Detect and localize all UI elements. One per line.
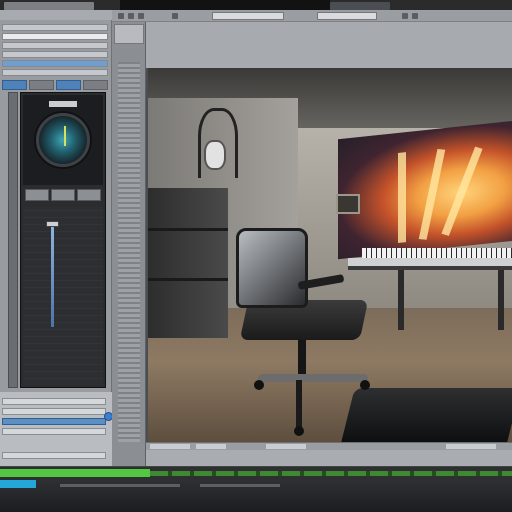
scene-bag xyxy=(341,388,512,442)
window-tab-2[interactable] xyxy=(330,2,390,10)
vertical-scrollbar[interactable] xyxy=(8,92,18,388)
scene-desk xyxy=(348,258,512,270)
viewport-toolbar xyxy=(112,10,512,22)
list-item[interactable] xyxy=(2,51,108,58)
scene-picture-frame xyxy=(336,194,360,214)
meter-button[interactable] xyxy=(77,189,101,201)
tab[interactable] xyxy=(83,80,108,90)
side-toolbar-header xyxy=(114,24,144,44)
meter-label xyxy=(49,101,77,107)
scene-screen xyxy=(338,120,512,260)
chair-wheel xyxy=(254,380,264,390)
meter-display xyxy=(23,95,103,185)
toolbar-icon[interactable] xyxy=(412,13,418,19)
chair-wheel xyxy=(294,426,304,436)
side-toolbar-column xyxy=(118,62,140,442)
dial-icon[interactable] xyxy=(36,113,90,167)
meter-panel xyxy=(20,92,106,388)
taskbar-item[interactable] xyxy=(200,484,280,487)
meter-controls xyxy=(25,189,101,201)
level-meter xyxy=(23,207,103,385)
tab[interactable] xyxy=(56,80,81,90)
toolbar-icon[interactable] xyxy=(138,13,144,19)
list-item[interactable] xyxy=(2,69,108,76)
left-panel-footer xyxy=(0,392,113,472)
chair-wheel xyxy=(360,380,370,390)
scene-desk-leg xyxy=(498,270,504,330)
meter-button[interactable] xyxy=(25,189,49,201)
timeline-progress xyxy=(0,469,150,477)
render-viewport[interactable] xyxy=(146,68,512,442)
list-item-selected[interactable] xyxy=(2,60,108,67)
status-item[interactable] xyxy=(150,444,190,449)
chair-leg xyxy=(296,380,302,430)
list-item[interactable] xyxy=(2,24,108,31)
list-item[interactable] xyxy=(2,452,106,459)
side-toolbar xyxy=(112,22,146,472)
meter-button[interactable] xyxy=(51,189,75,201)
toolbar-icon[interactable] xyxy=(402,13,408,19)
status-item[interactable] xyxy=(266,444,306,449)
list-item[interactable] xyxy=(2,408,106,415)
viewport-status-row xyxy=(146,442,512,450)
dial-needle xyxy=(64,126,66,146)
list-item[interactable] xyxy=(2,398,106,405)
property-list xyxy=(2,24,108,78)
scene-cabinet xyxy=(148,188,228,338)
scene-desk-leg xyxy=(398,270,404,330)
fader-track xyxy=(51,227,54,327)
cabinet-shelf xyxy=(148,228,228,231)
fader-icon[interactable] xyxy=(46,221,59,227)
list-item[interactable] xyxy=(2,42,108,49)
chair-base xyxy=(258,374,368,382)
screen-beam xyxy=(418,148,446,240)
panel-tabs xyxy=(2,80,108,90)
taskbar xyxy=(0,480,512,512)
taskbar-item[interactable] xyxy=(60,484,180,487)
toolbar-icon[interactable] xyxy=(172,13,178,19)
toolbar-field[interactable] xyxy=(212,12,284,20)
timeline-marker[interactable] xyxy=(0,480,36,488)
toolbar-field-2[interactable] xyxy=(317,12,377,20)
left-panel xyxy=(0,20,113,472)
status-item[interactable] xyxy=(196,444,226,449)
screen-beam xyxy=(441,146,483,236)
title-bar-dark-area xyxy=(120,0,330,10)
status-item[interactable] xyxy=(446,444,496,449)
toolbar-icon[interactable] xyxy=(118,13,124,19)
tab[interactable] xyxy=(2,80,27,90)
scene-lamp xyxy=(204,140,226,170)
scene-keyboard xyxy=(362,248,512,258)
toolbar-icon[interactable] xyxy=(128,13,134,19)
timeline[interactable] xyxy=(0,466,512,480)
app-window xyxy=(0,10,512,472)
screen-beam xyxy=(398,152,406,243)
cabinet-shelf xyxy=(148,278,228,281)
list-item-selected[interactable] xyxy=(2,418,106,425)
tab[interactable] xyxy=(29,80,54,90)
list-item[interactable] xyxy=(2,428,106,435)
window-tab[interactable] xyxy=(4,2,94,10)
timeline-track[interactable] xyxy=(150,471,512,476)
list-item[interactable] xyxy=(2,33,108,40)
chair-back xyxy=(236,228,308,308)
